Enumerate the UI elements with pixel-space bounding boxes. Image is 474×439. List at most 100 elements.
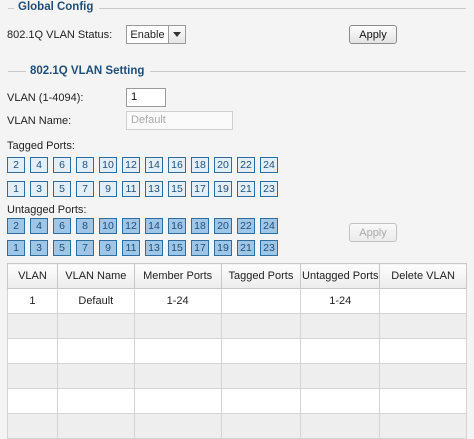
untagged-port-checkbox[interactable]: 23 bbox=[260, 240, 278, 256]
untagged-port-checkbox[interactable]: 21 bbox=[237, 240, 255, 256]
tagged-port-checkbox[interactable]: 6 bbox=[53, 157, 71, 173]
member-ports-cell bbox=[133, 388, 222, 414]
table-row bbox=[7, 388, 467, 414]
tagged-port-checkbox[interactable]: 21 bbox=[237, 181, 255, 197]
tagged-port-checkbox[interactable]: 15 bbox=[168, 181, 186, 197]
tagged-ports-even-row: 2 4 6 8 10 12 14 16 18 20 22 24 bbox=[7, 157, 278, 173]
vlan-id-cell bbox=[7, 413, 58, 439]
vlan-name-cell bbox=[56, 338, 135, 364]
untagged-port-checkbox[interactable]: 5 bbox=[53, 240, 71, 256]
untagged-port-checkbox[interactable]: 17 bbox=[191, 240, 209, 256]
table-row bbox=[7, 363, 467, 389]
vlan-id-cell bbox=[7, 338, 58, 364]
tagged-port-checkbox[interactable]: 2 bbox=[7, 157, 25, 173]
tagged-ports-cell bbox=[220, 413, 302, 439]
untagged-port-checkbox[interactable]: 3 bbox=[30, 240, 48, 256]
delete-vlan-cell[interactable] bbox=[379, 363, 467, 389]
untagged-port-checkbox[interactable]: 11 bbox=[122, 240, 140, 256]
table-header-row: VLAN VLAN Name Member Ports Tagged Ports… bbox=[7, 263, 467, 289]
untagged-port-checkbox[interactable]: 2 bbox=[7, 218, 25, 234]
untagged-port-checkbox[interactable]: 1 bbox=[7, 240, 25, 256]
untagged-ports-cell bbox=[300, 413, 381, 439]
member-ports-cell: 1-24 bbox=[133, 288, 222, 314]
tagged-ports-odd-row: 1 3 5 7 9 11 13 15 17 19 21 23 bbox=[7, 181, 278, 197]
col-header-vlan-name: VLAN Name bbox=[56, 263, 135, 289]
tagged-port-checkbox[interactable]: 3 bbox=[30, 181, 48, 197]
vlan-status-select[interactable]: Enable bbox=[126, 25, 186, 44]
vlan-status-value: Enable bbox=[130, 28, 165, 41]
vlan-table: VLAN VLAN Name Member Ports Tagged Ports… bbox=[7, 263, 467, 439]
untagged-ports-cell bbox=[300, 388, 381, 414]
tagged-port-checkbox[interactable]: 13 bbox=[145, 181, 163, 197]
tagged-port-checkbox[interactable]: 12 bbox=[122, 157, 140, 173]
delete-vlan-cell[interactable] bbox=[379, 413, 467, 439]
vlan-id-cell bbox=[7, 388, 58, 414]
untagged-port-checkbox[interactable]: 9 bbox=[99, 240, 117, 256]
tagged-port-checkbox[interactable]: 9 bbox=[99, 181, 117, 197]
col-header-delete-vlan: Delete VLAN bbox=[379, 263, 467, 289]
vlan-apply-button[interactable]: Apply bbox=[349, 223, 397, 242]
tagged-port-checkbox[interactable]: 22 bbox=[237, 157, 255, 173]
vlan-id-cell: 1 bbox=[7, 288, 58, 314]
untagged-port-checkbox[interactable]: 24 bbox=[260, 218, 278, 234]
tagged-ports-label: Tagged Ports: bbox=[7, 140, 75, 152]
untagged-port-checkbox[interactable]: 16 bbox=[168, 218, 186, 234]
vlan-name-cell bbox=[56, 413, 135, 439]
chevron-down-icon[interactable] bbox=[168, 26, 185, 43]
col-header-tagged-ports: Tagged Ports bbox=[220, 263, 302, 289]
untagged-port-checkbox[interactable]: 19 bbox=[214, 240, 232, 256]
untagged-port-checkbox[interactable]: 15 bbox=[168, 240, 186, 256]
untagged-port-checkbox[interactable]: 18 bbox=[191, 218, 209, 234]
untagged-ports-cell bbox=[300, 363, 381, 389]
vlan-id-cell bbox=[7, 313, 58, 339]
untagged-port-checkbox[interactable]: 10 bbox=[99, 218, 117, 234]
tagged-port-checkbox[interactable]: 7 bbox=[76, 181, 94, 197]
delete-vlan-cell[interactable] bbox=[379, 388, 467, 414]
tagged-port-checkbox[interactable]: 5 bbox=[53, 181, 71, 197]
tagged-port-checkbox[interactable]: 10 bbox=[99, 157, 117, 173]
tagged-port-checkbox[interactable]: 16 bbox=[168, 157, 186, 173]
col-header-untagged-ports: Untagged Ports bbox=[300, 263, 381, 289]
tagged-port-checkbox[interactable]: 18 bbox=[191, 157, 209, 173]
untagged-port-checkbox[interactable]: 4 bbox=[30, 218, 48, 234]
untagged-ports-odd-row: 1 3 5 7 9 11 13 15 17 19 21 23 bbox=[7, 240, 278, 256]
tagged-port-checkbox[interactable]: 14 bbox=[145, 157, 163, 173]
tagged-ports-cell bbox=[220, 288, 302, 314]
untagged-port-checkbox[interactable]: 13 bbox=[145, 240, 163, 256]
table-row bbox=[7, 313, 467, 339]
vlan-id-input[interactable]: 1 bbox=[126, 88, 166, 107]
tagged-port-checkbox[interactable]: 23 bbox=[260, 181, 278, 197]
untagged-port-checkbox[interactable]: 22 bbox=[237, 218, 255, 234]
col-header-vlan: VLAN bbox=[7, 263, 58, 289]
col-header-member-ports: Member Ports bbox=[133, 263, 222, 289]
delete-vlan-cell[interactable] bbox=[379, 313, 467, 339]
tagged-ports-cell bbox=[220, 363, 302, 389]
untagged-port-checkbox[interactable]: 14 bbox=[145, 218, 163, 234]
untagged-ports-cell bbox=[300, 338, 381, 364]
untagged-port-checkbox[interactable]: 20 bbox=[214, 218, 232, 234]
tagged-port-checkbox[interactable]: 1 bbox=[7, 181, 25, 197]
tagged-port-checkbox[interactable]: 17 bbox=[191, 181, 209, 197]
member-ports-cell bbox=[133, 363, 222, 389]
tagged-port-checkbox[interactable]: 19 bbox=[214, 181, 232, 197]
tagged-port-checkbox[interactable]: 20 bbox=[214, 157, 232, 173]
untagged-ports-cell bbox=[300, 313, 381, 339]
global-apply-button[interactable]: Apply bbox=[349, 25, 397, 44]
table-row bbox=[7, 413, 467, 439]
untagged-port-checkbox[interactable]: 12 bbox=[122, 218, 140, 234]
member-ports-cell bbox=[133, 413, 222, 439]
vlan-name-cell bbox=[56, 388, 135, 414]
tagged-port-checkbox[interactable]: 11 bbox=[122, 181, 140, 197]
table-row: 1 Default 1-24 1-24 bbox=[7, 288, 467, 314]
untagged-port-checkbox[interactable]: 7 bbox=[76, 240, 94, 256]
vlan-name-label: VLAN Name: bbox=[7, 115, 72, 127]
tagged-port-checkbox[interactable]: 8 bbox=[76, 157, 94, 173]
delete-vlan-cell[interactable] bbox=[379, 288, 467, 314]
delete-vlan-cell[interactable] bbox=[379, 338, 467, 364]
untagged-port-checkbox[interactable]: 6 bbox=[53, 218, 71, 234]
untagged-port-checkbox[interactable]: 8 bbox=[76, 218, 94, 234]
vlan-name-cell: Default bbox=[56, 288, 135, 314]
tagged-port-checkbox[interactable]: 24 bbox=[260, 157, 278, 173]
vlan-name-input[interactable]: Default bbox=[126, 111, 233, 130]
tagged-port-checkbox[interactable]: 4 bbox=[30, 157, 48, 173]
